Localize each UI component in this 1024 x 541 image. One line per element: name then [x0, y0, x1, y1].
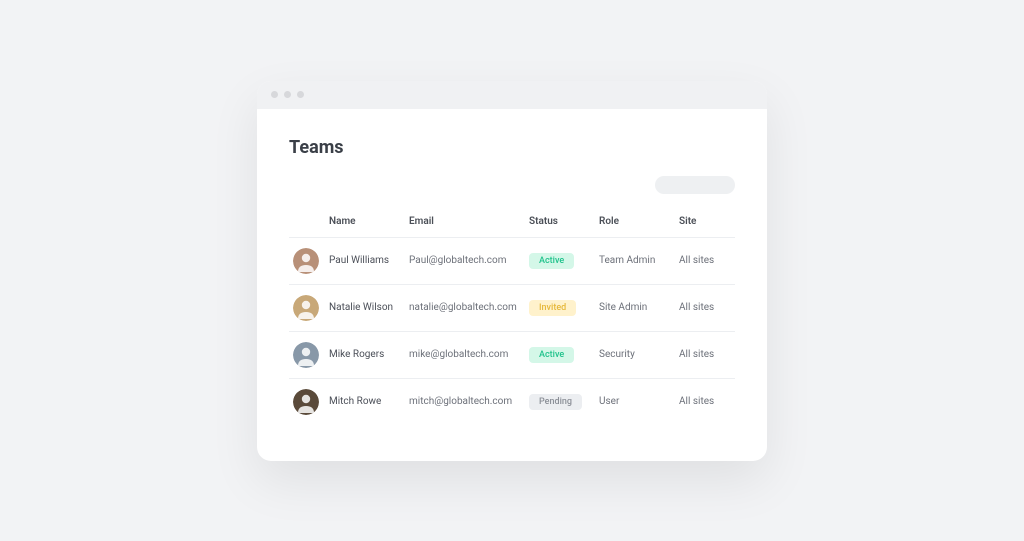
column-header-email: Email	[405, 208, 525, 238]
cell-name: Mitch Rowe	[325, 378, 405, 425]
column-header-role: Role	[595, 208, 675, 238]
column-header-name: Name	[325, 208, 405, 238]
cell-site: All sites	[675, 284, 735, 331]
cell-avatar	[289, 331, 325, 378]
cell-site: All sites	[675, 237, 735, 284]
avatar	[293, 389, 319, 415]
cell-avatar	[289, 237, 325, 284]
cell-role: Team Admin	[595, 237, 675, 284]
avatar	[293, 248, 319, 274]
column-header-avatar	[289, 208, 325, 238]
window-titlebar	[257, 81, 767, 109]
cell-status: Active	[525, 237, 595, 284]
window-control-minimize[interactable]	[284, 91, 291, 98]
page-title: Teams	[289, 137, 735, 158]
cell-site: All sites	[675, 331, 735, 378]
window-control-close[interactable]	[271, 91, 278, 98]
table-row[interactable]: Mitch Rowemitch@globaltech.comPending Use…	[289, 378, 735, 425]
action-button-placeholder[interactable]	[655, 176, 735, 194]
cell-avatar	[289, 378, 325, 425]
cell-role: Site Admin	[595, 284, 675, 331]
status-badge: Pending	[529, 394, 582, 410]
status-badge: Invited	[529, 300, 576, 316]
table-row[interactable]: Mike Rogersmike@globaltech.comActive Secu…	[289, 331, 735, 378]
app-window: Teams Name Email Status Role Site Paul W…	[257, 81, 767, 461]
avatar	[293, 295, 319, 321]
status-badge: Active	[529, 253, 574, 269]
cell-email: natalie@globaltech.com	[405, 284, 525, 331]
status-badge: Active	[529, 347, 574, 363]
column-header-status: Status	[525, 208, 595, 238]
cell-email: mike@globaltech.com	[405, 331, 525, 378]
teams-table: Name Email Status Role Site Paul William…	[289, 208, 735, 425]
cell-name: Paul Williams	[325, 237, 405, 284]
avatar	[293, 342, 319, 368]
cell-name: Natalie Wilson	[325, 284, 405, 331]
cell-role: Security	[595, 331, 675, 378]
page-content: Teams Name Email Status Role Site Paul W…	[257, 109, 767, 461]
cell-email: mitch@globaltech.com	[405, 378, 525, 425]
column-header-site: Site	[675, 208, 735, 238]
cell-name: Mike Rogers	[325, 331, 405, 378]
cell-avatar	[289, 284, 325, 331]
cell-status: Pending	[525, 378, 595, 425]
cell-role: User	[595, 378, 675, 425]
cell-status: Invited	[525, 284, 595, 331]
window-control-maximize[interactable]	[297, 91, 304, 98]
table-header-row: Name Email Status Role Site	[289, 208, 735, 238]
table-row[interactable]: Paul WilliamsPaul@globaltech.comActive Te…	[289, 237, 735, 284]
cell-email: Paul@globaltech.com	[405, 237, 525, 284]
cell-site: All sites	[675, 378, 735, 425]
cell-status: Active	[525, 331, 595, 378]
table-row[interactable]: Natalie Wilsonnatalie@globaltech.comInvi…	[289, 284, 735, 331]
toolbar	[289, 176, 735, 194]
